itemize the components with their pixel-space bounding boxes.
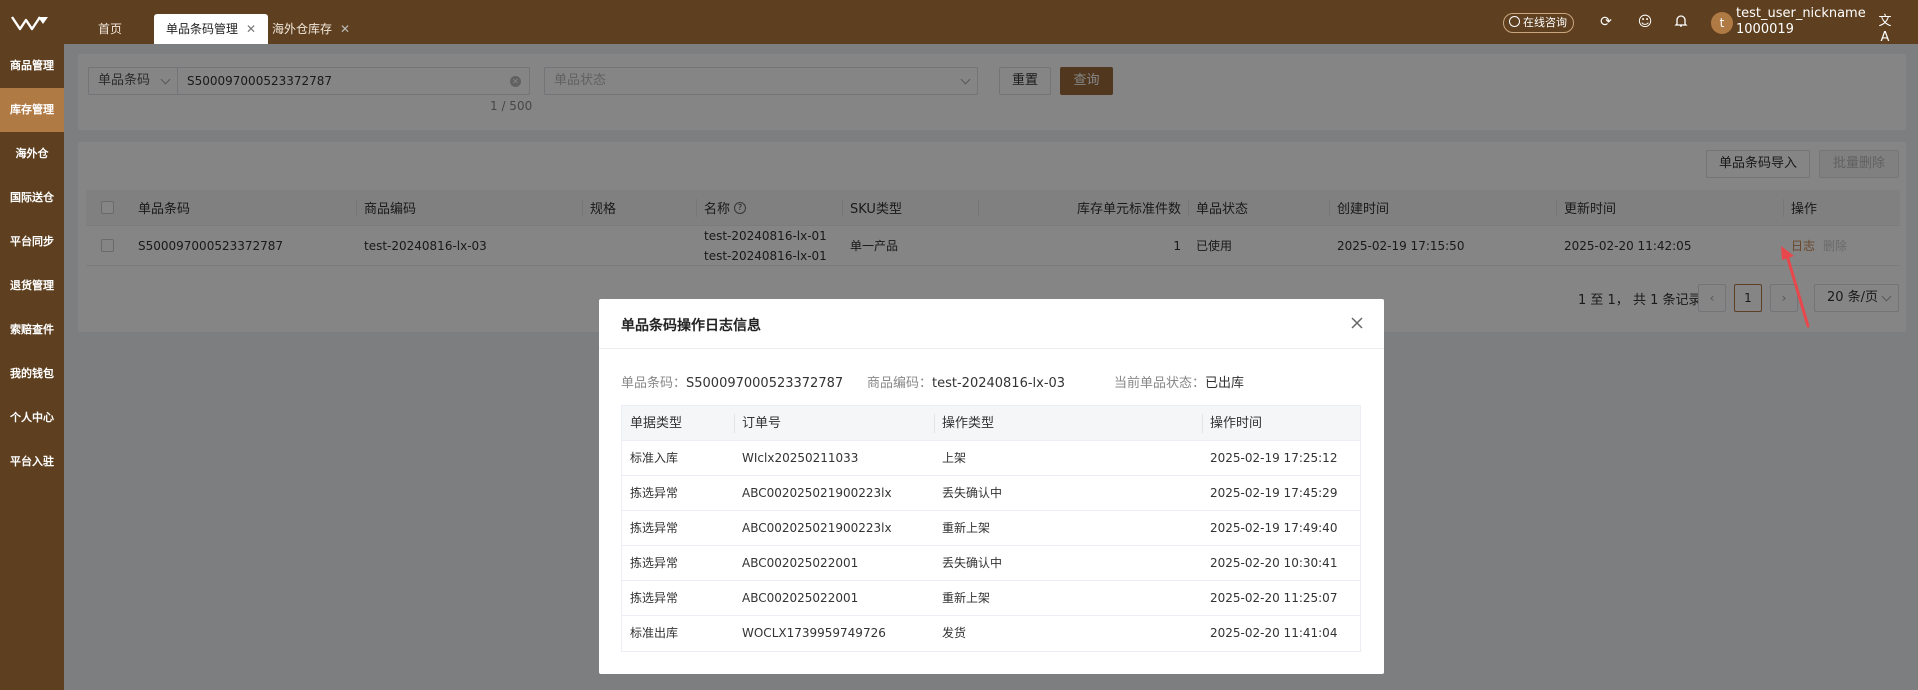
column-divider xyxy=(1202,414,1203,433)
cell-order-no: WOCLX1739959749726 xyxy=(742,626,886,640)
column-divider xyxy=(734,414,735,433)
cell-op-time: 2025-02-19 17:49:40 xyxy=(1210,521,1338,535)
cell-op-type: 上架 xyxy=(942,451,967,465)
cell-op-type: 重新上架 xyxy=(942,521,991,535)
cell-order-no: ABC002025021900223lx xyxy=(742,521,892,535)
sidebar: 商品管理 库存管理 海外仓 国际送仓 平台同步 退货管理 索赔查件 我的钱包 个… xyxy=(0,44,64,690)
info-label: 当前单品状态： xyxy=(1114,376,1206,391)
tab-label: 单品条码管理 xyxy=(166,22,239,36)
user-info[interactable]: test_user_nickname 1000019 xyxy=(1736,6,1866,38)
cell-op-time: 2025-02-19 17:45:29 xyxy=(1210,486,1338,500)
info-value: 已出库 xyxy=(1205,376,1245,391)
col-op-type: 操作类型 xyxy=(942,416,995,431)
sidebar-item-inventory[interactable]: 库存管理 xyxy=(0,88,64,132)
info-label: 商品编码： xyxy=(867,376,933,391)
brand-logo-icon[interactable] xyxy=(10,14,50,32)
user-name: test_user_nickname xyxy=(1736,6,1866,21)
log-row: 拣选异常 ABC002025021900223lx 重新上架 2025-02-1… xyxy=(622,511,1360,546)
cell-doc-type: 拣选异常 xyxy=(630,591,679,605)
column-divider xyxy=(934,414,935,433)
bell-icon[interactable] xyxy=(1673,14,1689,30)
tab-label: 首页 xyxy=(98,22,123,36)
avatar[interactable]: t xyxy=(1711,12,1733,34)
cell-doc-type: 拣选异常 xyxy=(630,521,679,535)
log-row: 标准入库 WIclx20250211033 上架 2025-02-19 17:2… xyxy=(622,441,1360,476)
sidebar-item-platform-sync[interactable]: 平台同步 xyxy=(0,220,64,264)
cell-doc-type: 标准出库 xyxy=(630,626,679,640)
sidebar-item-international-delivery[interactable]: 国际送仓 xyxy=(0,176,64,220)
sidebar-item-products[interactable]: 商品管理 xyxy=(0,44,64,88)
dialog-header: 单品条码操作日志信息 xyxy=(599,299,1384,349)
col-order-no: 订单号 xyxy=(742,416,782,431)
sidebar-item-profile[interactable]: 个人中心 xyxy=(0,396,64,440)
sidebar-item-overseas-warehouse[interactable]: 海外仓 xyxy=(0,132,64,176)
info-value: test-20240816-lx-03 xyxy=(932,376,1066,391)
cell-op-time: 2025-02-20 11:25:07 xyxy=(1210,591,1338,605)
cell-op-type: 丢失确认中 xyxy=(942,486,1003,500)
col-op-time: 操作时间 xyxy=(1210,416,1263,431)
top-bar: 首页 单品条码管理 ✕ 海外仓库存 ✕ 在线咨询 ⟳ ☺ t test_user_n… xyxy=(0,0,1918,45)
cell-op-time: 2025-02-20 10:30:41 xyxy=(1210,556,1338,570)
cell-doc-type: 标准入库 xyxy=(630,451,679,465)
cell-doc-type: 拣选异常 xyxy=(630,486,679,500)
close-icon[interactable]: ✕ xyxy=(246,22,256,36)
cell-order-no: ABC002025022001 xyxy=(742,556,859,570)
smile-icon[interactable]: ☺ xyxy=(1637,14,1653,30)
log-row: 拣选异常 ABC002025022001 丢失确认中 2025-02-20 10… xyxy=(622,546,1360,581)
cell-op-type: 发货 xyxy=(942,626,967,640)
sidebar-item-wallet[interactable]: 我的钱包 xyxy=(0,352,64,396)
cell-order-no: ABC002025021900223lx xyxy=(742,486,892,500)
cell-doc-type: 拣选异常 xyxy=(630,556,679,570)
cell-op-time: 2025-02-19 17:25:12 xyxy=(1210,451,1338,465)
consult-label: 在线咨询 xyxy=(1523,16,1567,29)
sidebar-item-returns[interactable]: 退货管理 xyxy=(0,264,64,308)
info-product-code: 商品编码：test-20240816-lx-03 xyxy=(867,372,1065,391)
tab-barcode-management[interactable]: 单品条码管理 ✕ xyxy=(154,14,269,44)
dialog-title: 单品条码操作日志信息 xyxy=(621,318,761,334)
refresh-icon[interactable]: ⟳ xyxy=(1598,14,1614,30)
cell-op-type: 重新上架 xyxy=(942,591,991,605)
log-row: 标准出库 WOCLX1739959749726 发货 2025-02-20 11… xyxy=(622,616,1360,651)
col-doc-type: 单据类型 xyxy=(630,416,683,431)
log-table: 单据类型 订单号 操作类型 操作时间 标准入库 WIclx20250211033… xyxy=(621,405,1361,652)
sidebar-item-platform-onboarding[interactable]: 平台入驻 xyxy=(0,440,64,484)
log-row: 拣选异常 ABC002025022001 重新上架 2025-02-20 11:… xyxy=(622,581,1360,616)
log-row: 拣选异常 ABC002025021900223lx 丢失确认中 2025-02-… xyxy=(622,476,1360,511)
close-icon[interactable] xyxy=(1349,315,1365,331)
log-dialog: 单品条码操作日志信息 单品条码：S500097000523372787 商品编码… xyxy=(599,299,1384,674)
headset-icon xyxy=(1509,16,1520,27)
cell-order-no: WIclx20250211033 xyxy=(742,451,859,465)
annotation-arrow-icon xyxy=(1781,246,1810,328)
user-id: 1000019 xyxy=(1736,22,1794,37)
close-icon[interactable]: ✕ xyxy=(340,22,350,36)
tab-label: 海外仓库存 xyxy=(272,22,333,36)
tab-overseas-inventory[interactable]: 海外仓库存 ✕ xyxy=(260,14,362,44)
tab-home[interactable]: 首页 xyxy=(86,14,134,44)
cell-op-time: 2025-02-20 11:41:04 xyxy=(1210,626,1338,640)
info-value: S500097000523372787 xyxy=(686,376,844,391)
info-label: 单品条码： xyxy=(621,376,687,391)
cell-op-type: 丢失确认中 xyxy=(942,556,1003,570)
sidebar-item-claims[interactable]: 索赔查件 xyxy=(0,308,64,352)
cell-order-no: ABC002025022001 xyxy=(742,591,859,605)
log-table-header: 单据类型 订单号 操作类型 操作时间 xyxy=(622,406,1360,441)
info-barcode: 单品条码：S500097000523372787 xyxy=(621,372,843,391)
info-status: 当前单品状态：已出库 xyxy=(1114,372,1244,391)
translate-icon[interactable]: 文A xyxy=(1877,14,1893,45)
online-consult-button[interactable]: 在线咨询 xyxy=(1503,13,1574,33)
